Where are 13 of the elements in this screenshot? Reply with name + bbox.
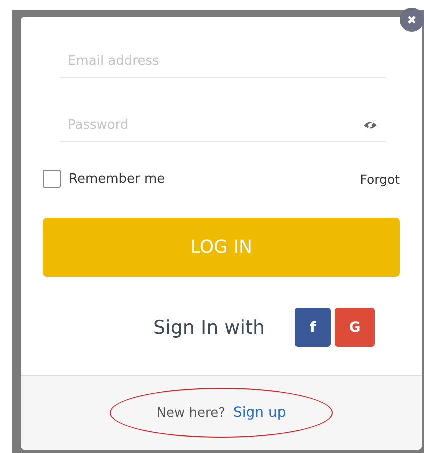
close-icon [407,15,417,25]
close-button[interactable] [400,8,424,32]
forgot-link[interactable]: Forgot [360,172,400,186]
facebook-button[interactable]: f [295,308,331,347]
sign-up-link[interactable]: Sign up [233,405,286,421]
password-field[interactable]: Password [60,109,386,142]
new-here-text: New here? [156,406,226,420]
sign-in-with-label: Sign In with [154,316,265,338]
email-field[interactable]: Email address [60,45,386,78]
checkbox[interactable] [43,170,61,188]
eye-slash-icon[interactable] [363,120,378,131]
google-button[interactable]: G [335,308,375,347]
remember-label: Remember me [69,172,166,186]
